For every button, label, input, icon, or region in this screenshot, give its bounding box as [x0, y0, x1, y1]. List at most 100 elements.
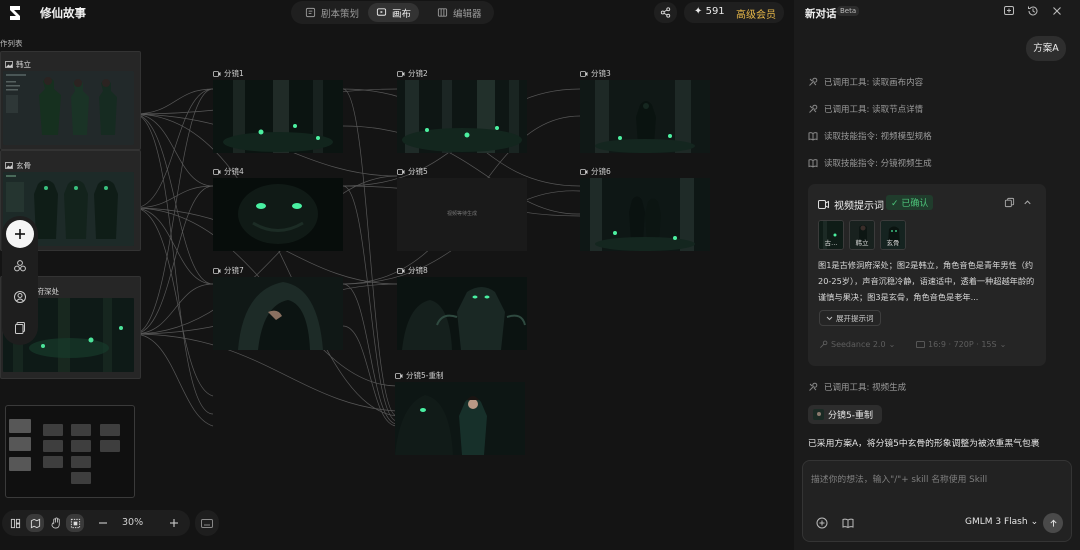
book-icon — [808, 159, 818, 168]
keyboard-shortcuts-button[interactable] — [195, 510, 219, 536]
editor-icon — [437, 8, 448, 17]
video-prompt-card: 视频提示词 ✓ 已确认 古... 韩立 玄骨 图1是古修洞府深处；图2是韩立，角… — [808, 184, 1046, 366]
prompt-text: 图1是古修洞府深处；图2是韩立，角色音色是青年男性（约20-25岁），声音沉稳冷… — [818, 260, 1035, 302]
aspect-ratio-icon — [916, 341, 925, 348]
add-node-button[interactable] — [6, 220, 34, 248]
minimap[interactable] — [5, 405, 135, 498]
copy-icon[interactable] — [1004, 197, 1015, 208]
node-label: 分镜5-重制 — [395, 370, 443, 381]
assistant-message: 已采用方案A，将分镜5中玄骨的形象调整为被浓重黑气包裹 — [808, 439, 1040, 449]
asset-label-text: 玄骨 — [16, 161, 31, 170]
sparkle-icon: ✦ — [694, 6, 703, 17]
node-thumbnail — [580, 80, 710, 153]
credits-pill[interactable]: ✦ 591 高级会员 — [684, 2, 784, 23]
nodes-icon[interactable] — [13, 259, 27, 273]
asset-label: 玄骨 — [5, 160, 31, 171]
node-thumbnail — [580, 178, 710, 251]
beta-badge: Beta — [837, 6, 860, 16]
tool-call-item[interactable]: 已调用工具: 视频生成 — [808, 381, 906, 393]
chat-title: 新对话 — [805, 8, 837, 20]
tab-label: 画布 — [392, 8, 412, 20]
model-selector[interactable]: Seedance 2.0 ⌄ — [819, 340, 895, 349]
prompt-card-title: 视频提示词 — [818, 197, 884, 212]
project-title[interactable]: 修仙故事 — [40, 5, 86, 21]
minimap-block — [71, 440, 91, 452]
minimap-toggle-icon[interactable] — [26, 514, 44, 532]
zoom-level[interactable]: 30% — [122, 517, 143, 528]
hand-tool-icon[interactable] — [49, 516, 63, 530]
node-label-text: 分镜1 — [224, 69, 244, 78]
minimap-block — [100, 424, 120, 436]
model-name: Seedance 2.0 — [831, 340, 886, 349]
llm-model-select[interactable]: GMLM 3 Flash ⌄ — [965, 517, 1038, 527]
top-bar: 修仙故事 剧本策划 画布 编辑器 ✦ 591 高级会员 — [0, 0, 794, 26]
zoom-in-icon[interactable] — [167, 516, 181, 530]
tab-label: 剧本策划 — [321, 8, 360, 20]
node-label: 分镜4 — [213, 166, 244, 177]
share-button[interactable] — [654, 2, 677, 23]
layout-icon[interactable] — [8, 516, 22, 530]
tool-call-item[interactable]: 已调用工具: 读取节点详情 — [808, 103, 923, 115]
tool-call-item[interactable]: 读取技能指令: 视频模型规格 — [808, 130, 932, 142]
node-label-text: 分镜5 — [408, 167, 428, 176]
reference-thumb[interactable]: 韩立 — [849, 220, 875, 250]
minimap-block — [43, 440, 63, 452]
reference-thumb[interactable]: 古... — [818, 220, 844, 250]
chevron-up-icon[interactable] — [1022, 197, 1033, 208]
tool-call-text: 读取技能指令: 视频模型规格 — [824, 132, 932, 142]
zoom-out-icon[interactable] — [96, 516, 110, 530]
character-icon[interactable] — [13, 290, 27, 304]
node-label-text: 分镜4 — [224, 167, 244, 176]
video-camera-icon — [395, 372, 403, 379]
chat-input[interactable]: 描述你的想法，输入"/"+ skill 名称使用 Skill GMLM 3 Fl… — [802, 460, 1072, 542]
add-circle-icon[interactable] — [816, 517, 828, 529]
tool-call-text: 读取技能指令: 分镜视频生成 — [824, 159, 932, 169]
tool-icon — [820, 340, 828, 348]
video-camera-icon — [397, 70, 405, 77]
chat-panel: 新对话 Beta 方案A 已调用工具: 读取画布内容 已调用工具: 读取节点详情… — [794, 0, 1080, 550]
video-spec-selector[interactable]: 16:9 · 720P · 15S ⌄ — [916, 340, 1006, 349]
minimap-block — [9, 437, 31, 451]
tool-call-text: 已调用工具: 读取画布内容 — [824, 78, 924, 88]
tool-call-item[interactable]: 已调用工具: 读取画布内容 — [808, 76, 923, 88]
video-camera-icon — [818, 200, 829, 209]
book-icon — [808, 132, 818, 141]
storyboard-canvas[interactable]: 作列表 韩立 玄骨 洞府深处 分镜1 分镜2 分镜3 分镜4 分镜5 视频等待生… — [0, 26, 794, 550]
asset-label-text: 韩立 — [16, 60, 31, 69]
video-camera-icon — [580, 70, 588, 77]
node-thumbnail — [397, 80, 527, 153]
video-camera-icon — [213, 70, 221, 77]
history-icon[interactable] — [1027, 5, 1039, 17]
node-placeholder: 视频等待生成 — [397, 178, 527, 251]
app-logo-icon[interactable] — [8, 4, 22, 22]
prompt-card-title-text: 视频提示词 — [834, 201, 884, 212]
minimap-block — [100, 440, 120, 452]
result-node-chip[interactable]: 分镜5-重制 — [808, 405, 882, 424]
asset-card-hanli[interactable]: 韩立 — [0, 51, 141, 150]
chevron-down-icon: ⌄ — [888, 340, 896, 349]
reference-thumb[interactable]: 玄骨 — [880, 220, 906, 250]
node-label-text: 分镜7 — [224, 266, 244, 275]
close-icon[interactable] — [1051, 5, 1063, 17]
book-icon[interactable] — [842, 517, 854, 529]
minimap-block — [43, 456, 63, 468]
new-chat-icon[interactable] — [1003, 5, 1015, 17]
send-button[interactable] — [1043, 513, 1063, 533]
tool-icon — [809, 77, 818, 86]
vip-badge[interactable]: 高级会员 — [736, 6, 776, 21]
reference-thumb-label: 韩立 — [855, 239, 869, 247]
node-placeholder-text: 视频等待生成 — [446, 211, 477, 217]
expand-prompt-button[interactable]: 展开提示词 — [819, 310, 881, 326]
minimap-block — [71, 456, 91, 468]
select-tool-icon[interactable] — [66, 514, 84, 532]
tool-call-item[interactable]: 读取技能指令: 分镜视频生成 — [808, 157, 932, 169]
tool-icon — [809, 104, 818, 113]
chevron-down-icon: ⌄ — [999, 340, 1007, 349]
documents-icon[interactable] — [13, 321, 27, 335]
llm-model-name: GMLM 3 Flash — [965, 517, 1028, 527]
node-label-text: 分镜2 — [408, 69, 428, 78]
add-node-toolbar — [2, 216, 38, 345]
tab-editor[interactable]: 编辑器 — [429, 3, 490, 22]
tab-canvas[interactable]: 画布 — [368, 3, 420, 22]
tab-script[interactable]: 剧本策划 — [297, 3, 367, 22]
